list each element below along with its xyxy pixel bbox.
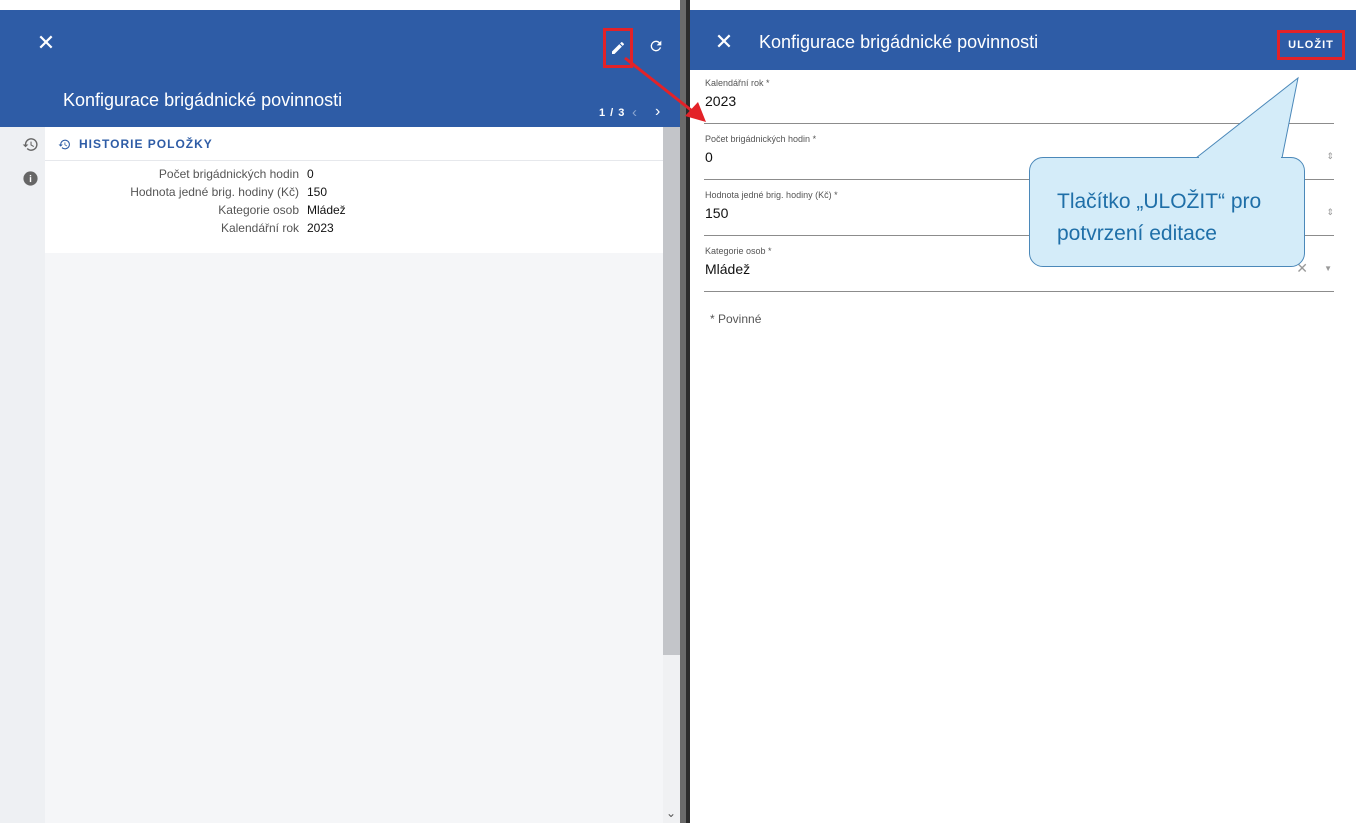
field-label: Kategorie osob * [705, 246, 772, 256]
edit-panel: ✕ Konfigurace brigádnické povinnosti ULO… [690, 0, 1356, 823]
divider [45, 160, 663, 161]
side-rail [0, 127, 45, 823]
history-row: Hodnota jedné brig. hodiny (Kč) 150 [45, 185, 663, 201]
info-icon [22, 170, 38, 186]
field-label: Hodnota jedné brig. hodiny (Kč) * [705, 190, 838, 200]
detail-title: Konfigurace brigádnické povinnosti [63, 90, 343, 110]
close-detail-button[interactable]: ✕ [36, 32, 56, 54]
history-row-value: 150 [307, 185, 328, 199]
field-value[interactable]: Mládež [705, 261, 750, 277]
pager-counter: 1 / 3 [599, 107, 626, 119]
chevron-down-icon[interactable]: ▼ [1324, 264, 1332, 273]
history-row: Počet brigádnických hodin 0 [45, 167, 663, 183]
refresh-button[interactable] [645, 35, 667, 57]
history-icon [58, 139, 70, 149]
year-field[interactable]: Kalendářní rok * 2023 [704, 78, 1334, 124]
history-icon [22, 137, 38, 151]
field-value[interactable]: 2023 [705, 93, 736, 109]
history-row-label: Počet brigádnických hodin [158, 167, 299, 181]
save-button[interactable]: ULOŽIT [1277, 30, 1345, 60]
spinner-icon[interactable]: ⇕ [1326, 151, 1334, 162]
close-edit-button[interactable]: ✕ [714, 31, 734, 53]
pager-prev-button[interactable]: ‹ [632, 104, 637, 121]
screenshot-root: ✕ Konfigurace brigádnické povinnosti 1 /… [0, 0, 1356, 823]
pager-next-button[interactable]: › [655, 103, 660, 121]
history-row-value: 2023 [307, 221, 334, 235]
history-heading-label: HISTORIE POLOŽKY [79, 137, 213, 151]
history-card: HISTORIE POLOŽKY Počet brigádnických hod… [45, 127, 663, 253]
rail-info-button[interactable] [21, 169, 39, 187]
field-label: Počet brigádnických hodin * [705, 134, 817, 144]
detail-panel: ✕ Konfigurace brigádnické povinnosti 1 /… [0, 0, 680, 823]
pencil-icon [612, 41, 625, 54]
scroll-down-arrow-icon[interactable]: ⌄ [666, 806, 676, 820]
spinner-icon[interactable]: ⇕ [1326, 207, 1334, 218]
required-note: * Povinné [710, 312, 762, 326]
edit-header: ✕ Konfigurace brigádnické povinnosti ULO… [690, 10, 1356, 70]
history-row: Kategorie osob Mládež [45, 203, 663, 219]
history-row-value: Mládež [307, 203, 346, 217]
top-strip [690, 0, 1356, 10]
field-value[interactable]: 150 [705, 205, 728, 221]
edit-title: Konfigurace brigádnické povinnosti [759, 32, 1039, 52]
history-heading: HISTORIE POLOŽKY [58, 137, 213, 151]
history-row-label: Kalendářní rok [220, 221, 299, 235]
field-label: Kalendářní rok * [705, 78, 770, 88]
edit-button[interactable] [603, 28, 633, 68]
history-row-label: Hodnota jedné brig. hodiny (Kč) [130, 185, 299, 199]
callout-text: Tlačítko „ULOŽIT“ pro potvrzení editace [1057, 190, 1262, 245]
scrollbar-thumb[interactable] [663, 127, 680, 655]
history-row-label: Kategorie osob [218, 203, 299, 217]
annotation-callout: Tlačítko „ULOŽIT“ pro potvrzení editace [1029, 157, 1305, 267]
rail-history-button[interactable] [21, 135, 39, 153]
field-value[interactable]: 0 [705, 149, 713, 165]
panel-divider-inner [680, 0, 686, 823]
refresh-icon [650, 40, 662, 52]
history-row: Kalendářní rok 2023 [45, 221, 663, 237]
detail-header: ✕ Konfigurace brigádnické povinnosti 1 /… [0, 10, 680, 127]
history-row-value: 0 [307, 167, 314, 181]
top-strip [0, 0, 680, 10]
